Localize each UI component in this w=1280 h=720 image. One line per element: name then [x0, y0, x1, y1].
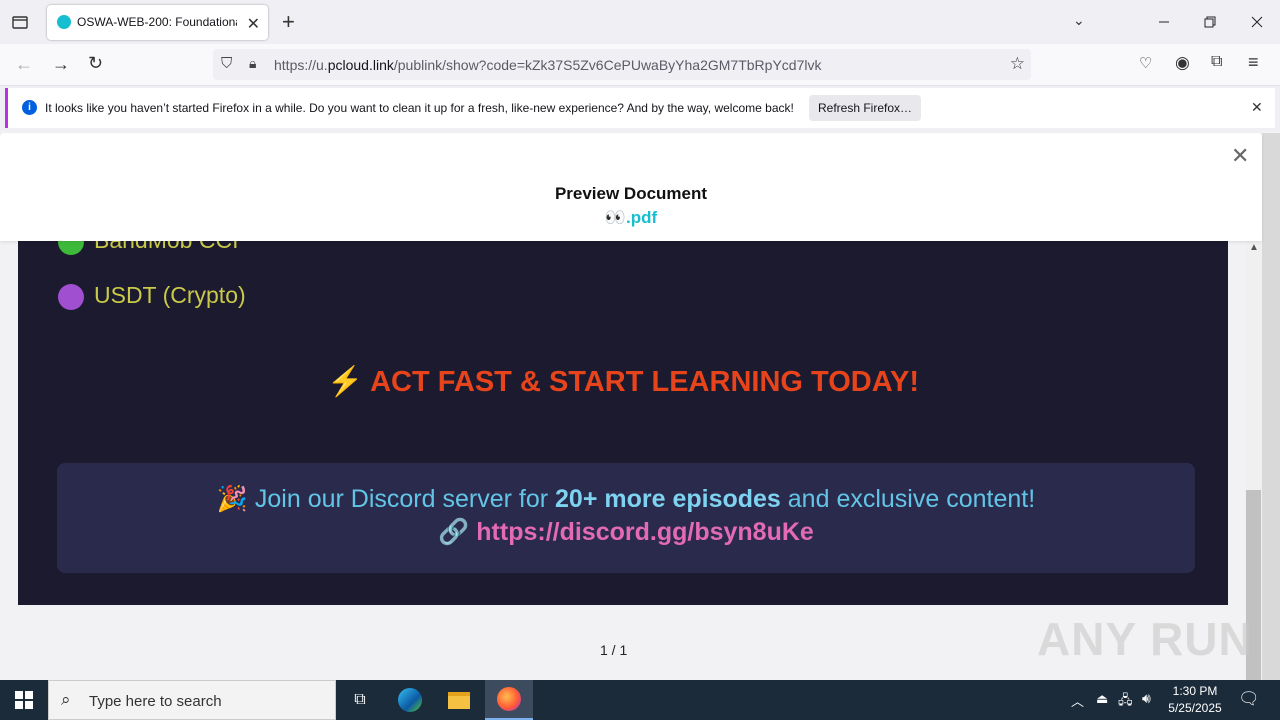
- extensions-icon[interactable]: ⧉: [1211, 53, 1222, 71]
- account-icon[interactable]: ◉: [1175, 53, 1190, 73]
- pcloud-favicon-icon: [57, 15, 71, 29]
- file-extension: .pdf: [626, 208, 658, 227]
- tracking-shield-icon[interactable]: ⛉: [221, 55, 232, 72]
- url-text[interactable]: https://u.pcloud.link/publink/show?code=…: [274, 57, 821, 73]
- notification-text: It looks like you haven’t started Firefo…: [45, 101, 794, 115]
- navigation-bar: ← → ↻ ⛉ 🔒︎ https://u.pcloud.link/publink…: [0, 44, 1280, 86]
- taskbar-search[interactable]: ⌕ Type here to search: [48, 680, 336, 720]
- discord-link[interactable]: https://discord.gg/bsyn8uKe: [476, 518, 814, 546]
- search-placeholder: Type here to search: [89, 693, 222, 710]
- anyrun-watermark: ANY RUN: [1037, 613, 1253, 665]
- clock[interactable]: 1:30 PM 5/25/2025: [1162, 683, 1228, 717]
- discord-callout: 🎉 Join our Discord server for 20+ more e…: [57, 463, 1195, 573]
- payment-item-usdt: USDT (Crypto): [58, 282, 246, 310]
- payment-label: USDT (Crypto): [94, 282, 246, 308]
- link-icon: 🔗: [438, 518, 470, 546]
- notification-bar: i It looks like you haven’t started Fire…: [5, 88, 1275, 128]
- forward-icon[interactable]: →: [52, 54, 70, 75]
- edge-icon[interactable]: [386, 680, 434, 720]
- active-tab[interactable]: OSWA-WEB-200: Foundational ✕: [47, 5, 268, 40]
- discord-text: 🎉 Join our Discord server for 20+ more e…: [57, 485, 1195, 514]
- eyes-icon: 👀: [604, 208, 626, 227]
- discord-link-row: 🔗 https://discord.gg/bsyn8uKe: [57, 518, 1195, 547]
- party-icon: 🎉: [216, 485, 248, 513]
- act-fast-heading: ⚡ ACT FAST & START LEARNING TODAY!: [18, 365, 1228, 399]
- task-view-icon[interactable]: ⧉: [336, 680, 384, 720]
- act-fast-text: ACT FAST & START LEARNING TODAY!: [370, 366, 919, 398]
- tab-title: OSWA-WEB-200: Foundational: [77, 15, 237, 29]
- usb-icon[interactable]: ⏏: [1096, 691, 1108, 707]
- lock-icon[interactable]: 🔒︎: [249, 55, 256, 72]
- start-button[interactable]: [0, 680, 48, 720]
- volume-icon[interactable]: 🔊︎: [1142, 690, 1151, 707]
- new-tab-icon[interactable]: +: [282, 9, 295, 35]
- file-name: 👀.pdf: [0, 208, 1262, 228]
- show-hidden-icons[interactable]: ︿: [1071, 691, 1084, 710]
- reload-icon[interactable]: ↻: [88, 53, 103, 74]
- close-window-icon[interactable]: [1234, 0, 1280, 44]
- discord-prefix: Join our Discord server for: [254, 485, 549, 513]
- date: 5/25/2025: [1168, 701, 1222, 715]
- preview-header: ✕ Preview Document 👀.pdf: [0, 133, 1262, 241]
- search-icon: ⌕: [61, 690, 71, 709]
- file-explorer-icon[interactable]: [435, 680, 483, 720]
- purple-circle-icon: [58, 283, 84, 310]
- list-all-tabs-icon[interactable]: ⌄: [1073, 12, 1085, 29]
- bookmark-star-icon[interactable]: ☆: [1010, 54, 1025, 74]
- back-icon[interactable]: ←: [15, 54, 33, 75]
- discord-bold: 20+ more episodes: [555, 485, 781, 513]
- firefox-taskbar-icon[interactable]: [485, 680, 533, 720]
- info-icon: i: [22, 100, 37, 115]
- minimize-icon[interactable]: [1141, 0, 1187, 44]
- notification-center-icon[interactable]: 🗨︎: [1238, 689, 1260, 709]
- address-bar[interactable]: ⛉ 🔒︎ https://u.pcloud.link/publink/show?…: [213, 49, 1031, 80]
- tab-list-icon[interactable]: [10, 12, 30, 32]
- close-notification-icon[interactable]: ✕: [1251, 99, 1263, 116]
- pocket-icon[interactable]: ♡: [1139, 54, 1152, 72]
- preview-title: Preview Document: [554, 184, 708, 203]
- discord-suffix: and exclusive content!: [787, 485, 1036, 513]
- refresh-firefox-button[interactable]: Refresh Firefox…: [809, 95, 921, 121]
- page-indicator: 1 / 1: [600, 642, 628, 658]
- taskbar: ⌕ Type here to search ⧉ ︿ ⏏ 🖧 🔊︎ 1:30 PM…: [0, 680, 1280, 720]
- close-tab-icon[interactable]: ✕: [247, 14, 260, 34]
- time: 1:30 PM: [1172, 684, 1218, 698]
- lightning-icon: ⚡: [327, 366, 364, 398]
- scroll-up-icon[interactable]: ▲: [1249, 242, 1259, 253]
- windows-icon: [15, 691, 33, 709]
- restore-icon[interactable]: [1187, 0, 1233, 44]
- page-scrollbar[interactable]: [1262, 133, 1280, 680]
- pdf-page: BandMob CCI USDT (Crypto) ⚡ ACT FAST & S…: [18, 227, 1228, 605]
- menu-icon[interactable]: ≡: [1248, 52, 1259, 73]
- network-icon[interactable]: 🖧: [1118, 691, 1133, 713]
- tab-bar: OSWA-WEB-200: Foundational ✕ + ⌄: [0, 0, 1280, 44]
- close-preview-icon[interactable]: ✕: [1231, 143, 1249, 169]
